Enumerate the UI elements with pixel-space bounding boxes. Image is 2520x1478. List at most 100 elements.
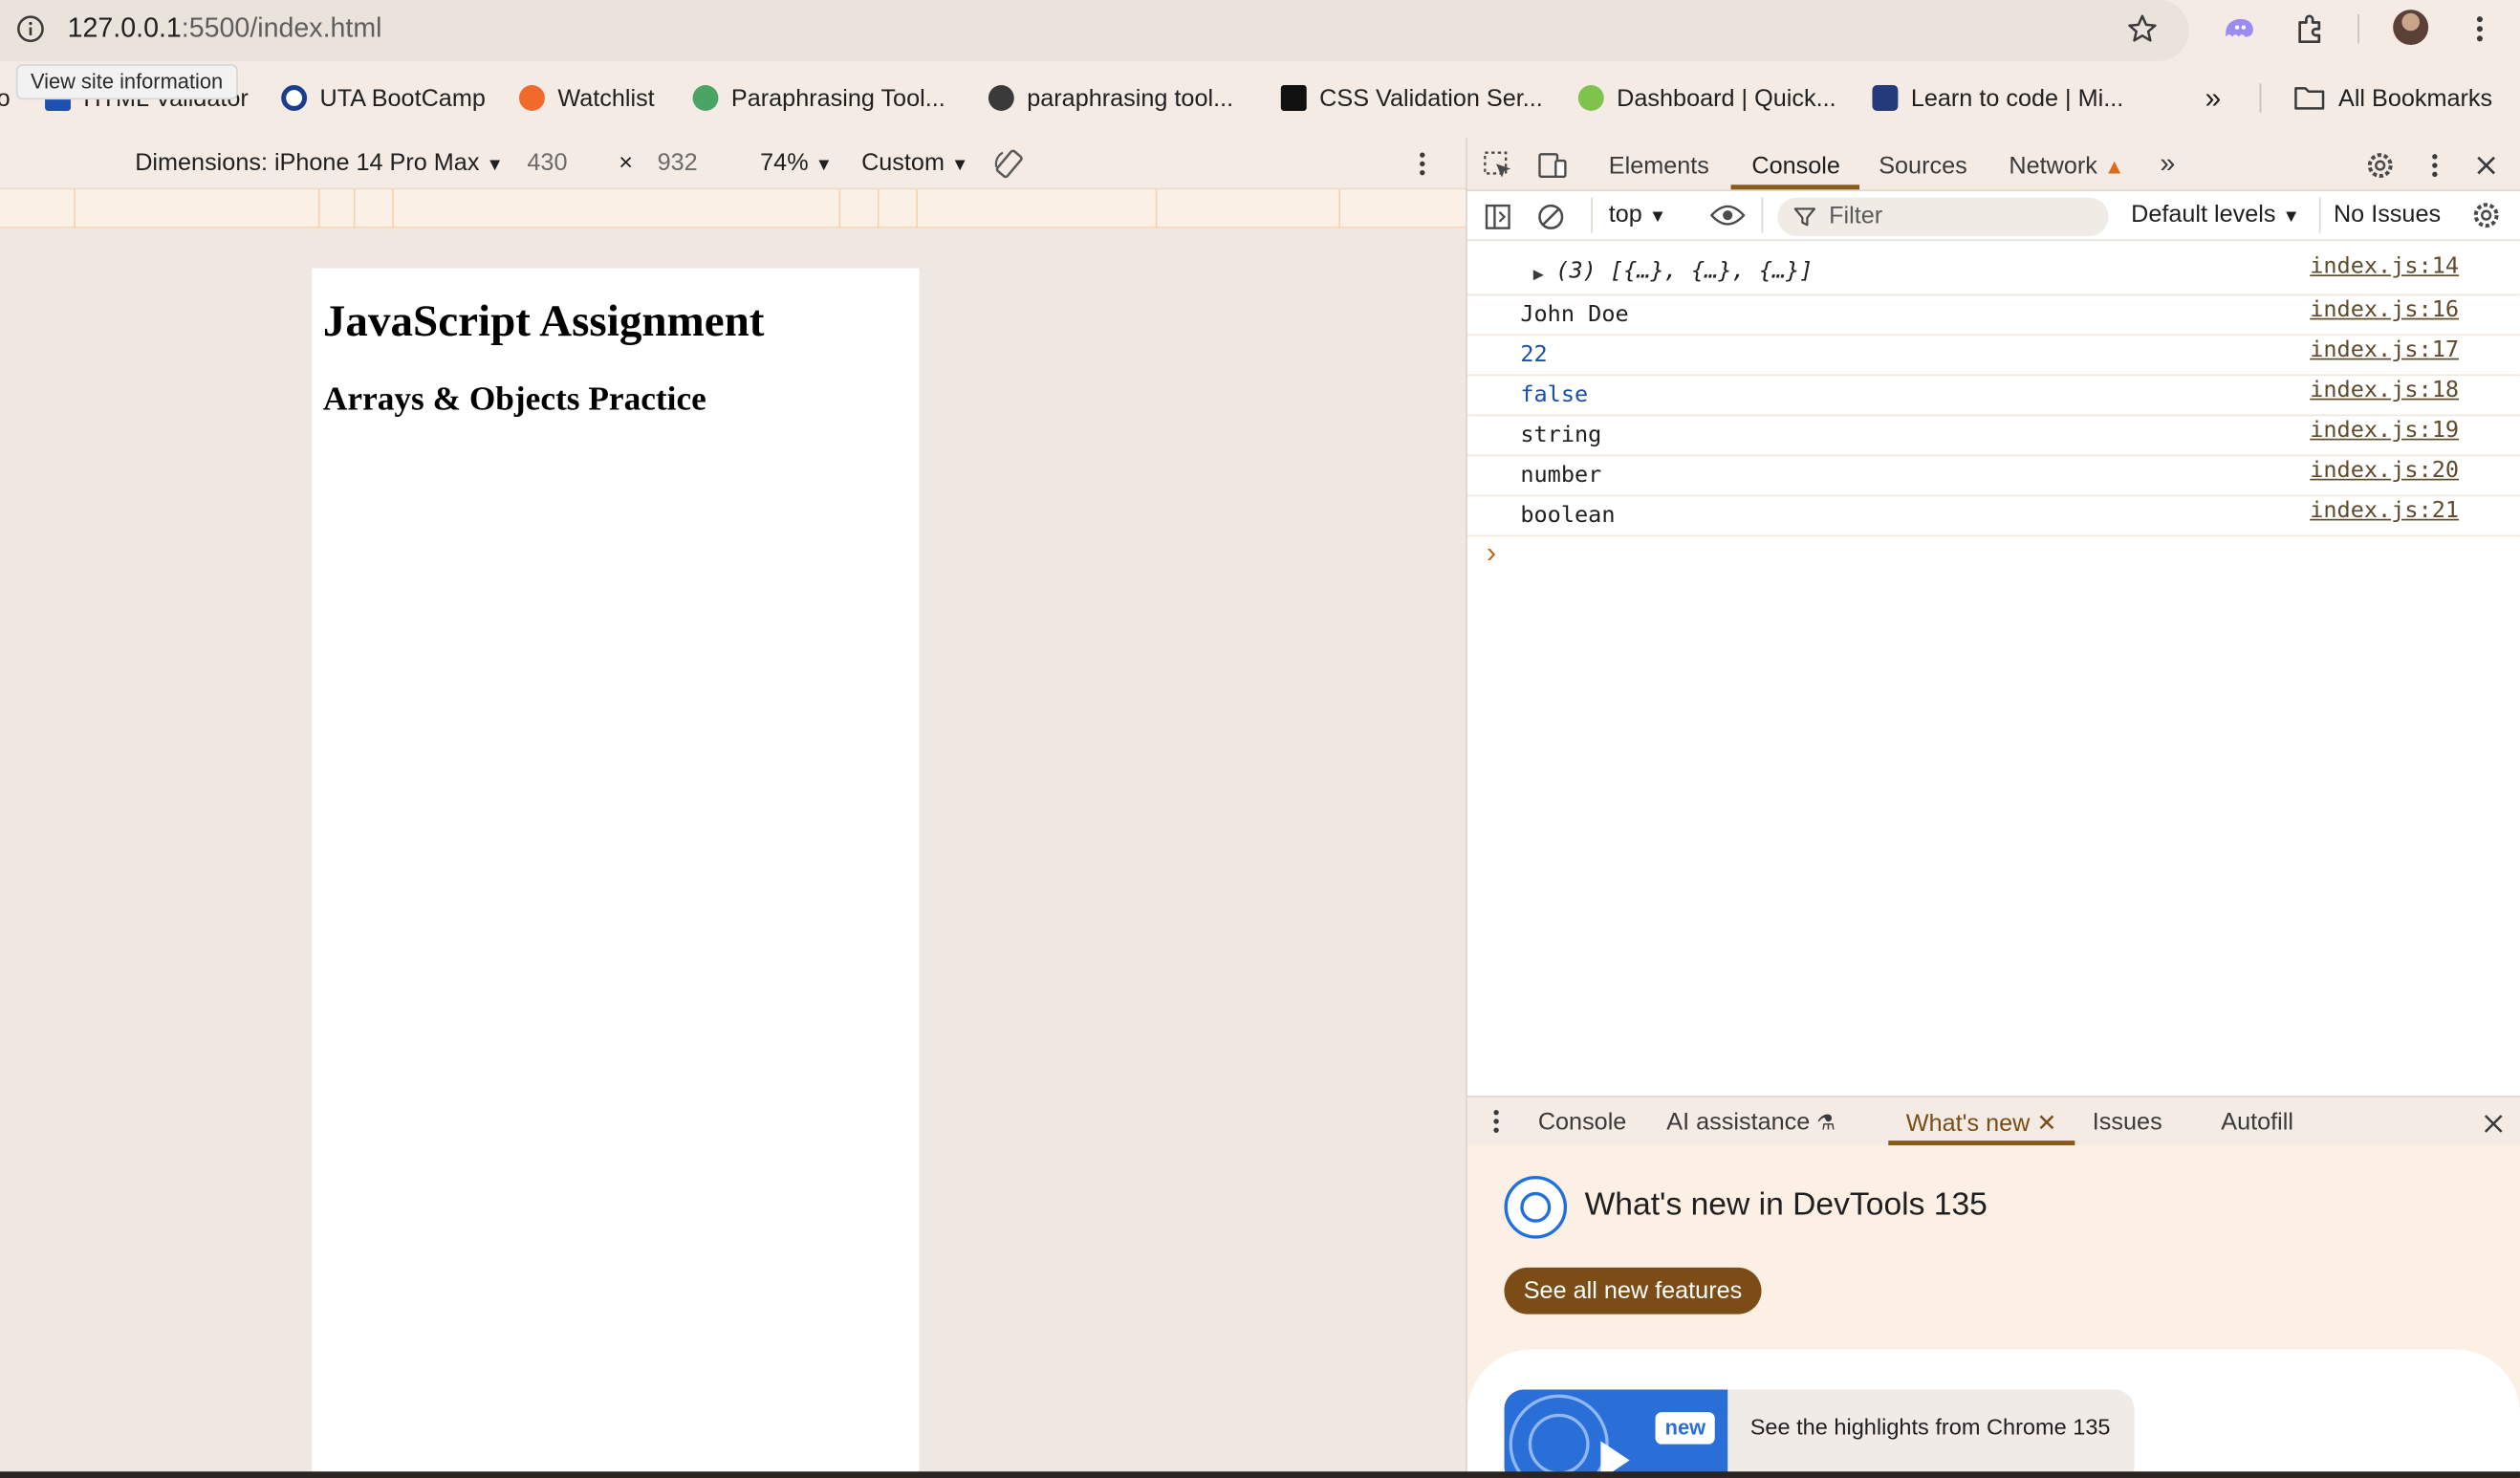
bookmark-css-validation[interactable]: CSS Validation Ser... — [1280, 80, 1543, 116]
media-query-ruler[interactable] — [0, 189, 1466, 228]
site-info-tooltip: View site information — [15, 64, 238, 100]
devtools-menu-icon[interactable] — [2421, 148, 2449, 184]
tab-network[interactable]: Network ▲ — [2009, 153, 2124, 181]
width-input[interactable]: 430 — [527, 149, 567, 177]
clear-console-icon[interactable] — [1533, 199, 1569, 234]
console-filter-input[interactable]: Filter — [1777, 197, 2109, 237]
live-expression-eye-icon[interactable] — [1708, 198, 1747, 233]
url-host: 127.0.0.1 — [67, 12, 182, 44]
throttle-select[interactable]: Custom ▼ — [861, 149, 968, 177]
log-source-link[interactable]: index.js:19 — [2310, 418, 2459, 444]
emulated-page — [312, 268, 920, 1478]
bookmark-label: CSS Validation Ser... — [1319, 84, 1543, 112]
new-badge: new — [1655, 1412, 1716, 1445]
bookmark-partial[interactable]: o — [0, 80, 11, 116]
dashboard-icon — [1577, 85, 1604, 111]
bookmark-label: Learn to code | Mi... — [1910, 84, 2124, 112]
log-levels-select[interactable]: Default levels ▼ — [2131, 201, 2300, 228]
extensions-puzzle-icon[interactable] — [2292, 11, 2327, 47]
dropdown-arrow-icon: ▼ — [815, 155, 833, 176]
console-prompt-icon[interactable]: › — [1487, 536, 1496, 570]
log-message: false — [1520, 381, 1589, 408]
quillbot-icon — [692, 85, 719, 111]
tab-elements[interactable]: Elements — [1609, 153, 1709, 181]
close-devtools-icon[interactable] — [2470, 148, 2503, 184]
console-log-row[interactable]: ▶ (3) [{…}, {…}, {…}] index.js:14 — [1466, 252, 2520, 296]
bookmark-learn-to-code[interactable]: Learn to code | Mi... — [1872, 80, 2123, 116]
page-heading: JavaScript Assignment — [322, 296, 765, 347]
bookmarks-bar: o HTML Validator UTA BootCamp Watchlist … — [0, 71, 2520, 125]
bookmark-dashboard[interactable]: Dashboard | Quick... — [1577, 80, 1836, 116]
device-select[interactable]: Dimensions: iPhone 14 Pro Max ▼ — [135, 149, 504, 177]
url-text[interactable]: 127.0.0.1:5500/index.html — [68, 12, 382, 45]
site-info-icon[interactable] — [12, 11, 48, 47]
more-tabs-icon[interactable]: » — [2160, 148, 2175, 181]
log-source-link[interactable]: index.js:14 — [2310, 254, 2459, 280]
see-all-features-button[interactable]: See all new features — [1504, 1267, 1762, 1315]
globe-icon — [988, 85, 1014, 111]
overflow-chevron-icon: » — [2205, 80, 2222, 114]
bookmarks-overflow-button[interactable]: » — [2205, 80, 2221, 116]
console-settings-gear-icon[interactable] — [2468, 198, 2504, 233]
browser-menu-icon[interactable] — [2464, 11, 2496, 47]
zoom-select[interactable]: 74% ▼ — [760, 149, 833, 177]
w3c-css-icon — [1280, 85, 1307, 111]
all-bookmarks-button[interactable]: All Bookmarks — [2293, 80, 2492, 116]
log-levels-label: Default levels — [2131, 201, 2276, 228]
bookmark-label: Watchlist — [557, 84, 655, 112]
log-source-link[interactable]: index.js:17 — [2310, 337, 2459, 363]
folder-icon — [2294, 87, 2325, 110]
bookmark-uta-bootcamp[interactable]: UTA BootCamp — [281, 80, 486, 116]
drawer-tab-whats-new[interactable]: What's new ✕ — [1906, 1108, 2057, 1138]
sidebar-toggle-icon[interactable] — [1480, 199, 1515, 234]
log-message: 22 — [1520, 341, 1548, 368]
log-message: (3) [{…}, {…}, {…}] — [1555, 258, 1814, 285]
devtools-tabbar: Elements Console Sources Network ▲ » — [1466, 138, 2520, 191]
rotate-icon[interactable] — [991, 146, 1027, 182]
tab-sources[interactable]: Sources — [1879, 153, 1967, 181]
close-tab-icon[interactable]: ✕ — [2036, 1110, 2056, 1138]
log-source-link[interactable]: index.js:20 — [2310, 458, 2459, 484]
whats-new-title: What's new in DevTools 135 — [1584, 1186, 1988, 1223]
height-input[interactable]: 932 — [658, 149, 698, 177]
log-source-link[interactable]: index.js:18 — [2310, 378, 2459, 403]
chrome-devtools-logo-icon — [1504, 1176, 1568, 1239]
log-source-link[interactable]: index.js:16 — [2310, 297, 2459, 323]
profile-avatar[interactable] — [2393, 10, 2429, 46]
warning-icon: ▲ — [2103, 154, 2125, 179]
drawer-tab-ai-assistance[interactable]: AI assistance ⚗ — [1666, 1108, 1836, 1136]
dimension-times: × — [619, 149, 633, 177]
highlights-text: See the highlights from Chrome 135 — [1749, 1413, 2111, 1440]
extension-ghost-icon[interactable] — [2220, 11, 2258, 47]
drawer-tab-issues[interactable]: Issues — [2093, 1108, 2162, 1136]
crunchyroll-icon — [518, 85, 545, 111]
expand-triangle-icon[interactable]: ▶ — [1533, 264, 1544, 285]
bookmark-label: paraphrasing tool... — [1027, 84, 1234, 112]
drawer-tab-label: AI assistance — [1666, 1108, 1811, 1137]
drawer-tab-autofill[interactable]: Autofill — [2221, 1108, 2293, 1136]
console-input[interactable] — [1514, 536, 2479, 575]
bookmark-label: Paraphrasing Tool... — [730, 84, 945, 112]
bookmark-paraphrasing-tool-2[interactable]: paraphrasing tool... — [988, 80, 1233, 116]
log-message: string — [1520, 422, 1602, 448]
tab-console[interactable]: Console — [1751, 153, 1840, 181]
issues-counter[interactable]: No Issues — [2334, 201, 2441, 228]
log-message: boolean — [1520, 502, 1616, 529]
settings-gear-icon[interactable] — [2362, 148, 2398, 184]
context-select[interactable]: top ▼ — [1609, 201, 1666, 228]
device-toolbar-menu-icon[interactable] — [1408, 148, 1437, 181]
drawer-menu-icon[interactable] — [1484, 1105, 1510, 1138]
bookmark-star-icon[interactable] — [2124, 11, 2160, 47]
close-drawer-icon[interactable] — [2478, 1107, 2507, 1140]
context-label: top — [1608, 201, 1642, 228]
drawer-tab-console[interactable]: Console — [1538, 1108, 1627, 1136]
dock-strip — [0, 1471, 2520, 1478]
filter-funnel-icon — [1793, 207, 1816, 227]
bookmark-paraphrasing-tool[interactable]: Paraphrasing Tool... — [692, 80, 945, 116]
inspect-element-icon[interactable] — [1480, 148, 1515, 184]
log-source-link[interactable]: index.js:21 — [2310, 498, 2459, 524]
zoom-label: 74% — [760, 149, 809, 177]
device-toggle-icon[interactable] — [1534, 148, 1570, 184]
toolbar-divider — [2318, 197, 2321, 233]
bookmark-watchlist[interactable]: Watchlist — [518, 80, 655, 116]
